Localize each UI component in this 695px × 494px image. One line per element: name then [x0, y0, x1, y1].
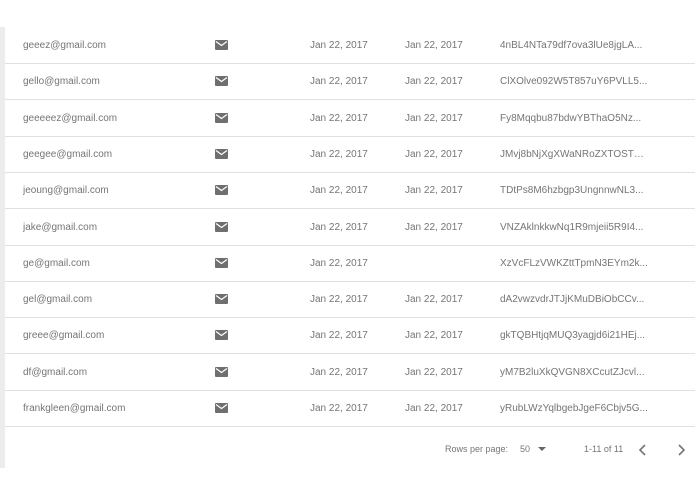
- updated-date-cell: Jan 22, 2017: [405, 403, 463, 414]
- email-cell: jake@gmail.com: [23, 221, 98, 233]
- token-cell: TDtPs8M6hzbgp3UngnnwNL3...: [500, 185, 644, 197]
- token-cell: ClXOlve092W5T857uY6PVLL5...: [500, 76, 648, 88]
- token-cell: Fy8Mqqbu87bdwYBThaO5Nz...: [500, 112, 642, 124]
- mail-icon[interactable]: [215, 40, 228, 50]
- table-row[interactable]: df@gmail.com Jan 22, 2017 Jan 22, 2017 yM7B…: [5, 355, 695, 391]
- mail-icon-cell[interactable]: [215, 318, 231, 354]
- table-row[interactable]: greee@gmail.com Jan 22, 2017 Jan 22, 2017 g…: [5, 318, 695, 355]
- created-date-cell: Jan 22, 2017: [310, 76, 368, 88]
- updated-date-cell: Jan 22, 2017: [405, 366, 463, 378]
- table-row[interactable]: geeez@gmail.com Jan 22, 2017 Jan 22, 2017 4…: [5, 28, 695, 64]
- table-row[interactable]: ge@gmail.com Jan 22, 2017 XzVcFLzVWKZttTpm…: [5, 246, 695, 282]
- created-date-cell: Jan 22, 2017: [310, 185, 368, 197]
- mail-icon-cell[interactable]: [215, 282, 231, 318]
- created-date-cell: Jan 22, 2017: [310, 330, 368, 342]
- mail-icon[interactable]: [215, 257, 228, 268]
- token-cell: JMvj8bNjXgXWaNRoZXTOSTG...: [500, 148, 650, 160]
- created-date-cell: Jan 22, 2017: [310, 148, 368, 160]
- mail-icon-cell[interactable]: [215, 28, 231, 64]
- created-date-cell: Jan 22, 2017: [310, 366, 368, 378]
- rows-per-page-label: Rows per page:: [445, 444, 509, 454]
- email-cell: frankgleen@gmail.com: [23, 403, 126, 414]
- created-date-cell: Jan 22, 2017: [310, 112, 368, 124]
- created-date-cell: Jan 22, 2017: [310, 40, 368, 51]
- table-row[interactable]: geegee@gmail.com Jan 22, 2017 Jan 22, 2017…: [5, 137, 695, 173]
- mail-icon-cell[interactable]: [215, 173, 231, 209]
- mail-icon[interactable]: [215, 221, 228, 232]
- chevron-right-icon[interactable]: [673, 442, 689, 458]
- mail-icon[interactable]: [215, 330, 228, 341]
- email-cell: gel@gmail.com: [23, 294, 93, 306]
- updated-date-cell: Jan 22, 2017: [405, 330, 463, 342]
- email-cell: geegee@gmail.com: [23, 148, 113, 160]
- table-footer: Rows per page: 50 1-11 of 11: [5, 431, 695, 468]
- email-cell: geeeeez@gmail.com: [23, 112, 118, 124]
- mail-icon[interactable]: [215, 366, 228, 377]
- updated-date-cell: Jan 22, 2017: [405, 185, 463, 197]
- dropdown-caret-icon[interactable]: [538, 447, 546, 451]
- token-cell: gkTQBHtjqMUQ3yagjd6i21HEj...: [500, 330, 646, 342]
- email-cell: jeoung@gmail.com: [23, 185, 109, 197]
- mail-icon-cell[interactable]: [215, 355, 231, 391]
- email-cell: greee@gmail.com: [23, 330, 105, 342]
- updated-date-cell: Jan 22, 2017: [405, 294, 463, 306]
- table-row[interactable]: gello@gmail.com Jan 22, 2017 Jan 22, 2017 C…: [5, 64, 695, 101]
- rows-per-page-select[interactable]: 50: [520, 431, 530, 468]
- mail-icon-cell[interactable]: [215, 101, 231, 137]
- table-row[interactable]: gel@gmail.com Jan 22, 2017 Jan 22, 2017 dA2…: [5, 282, 695, 319]
- mail-icon[interactable]: [215, 294, 228, 305]
- updated-date-cell: Jan 22, 2017: [405, 112, 463, 124]
- updated-date-cell: Jan 22, 2017: [405, 40, 463, 51]
- mail-icon-cell[interactable]: [215, 246, 231, 282]
- token-cell: yRubLWzYqlbgebJgeF6Cbjv5G...: [500, 403, 648, 414]
- updated-date-cell: Jan 22, 2017: [405, 76, 463, 88]
- updated-date-cell: [405, 246, 485, 282]
- token-cell: dA2vwzvdrJTJjKMuDBiObCCv...: [500, 294, 645, 306]
- mail-icon[interactable]: [215, 403, 228, 413]
- table-row[interactable]: jake@gmail.com Jan 22, 2017 Jan 22, 2017 VN…: [5, 210, 695, 246]
- token-cell: XzVcFLzVWKZttTpmN3EYm2k...: [500, 257, 648, 269]
- updated-date-cell: Jan 22, 2017: [405, 221, 463, 233]
- token-cell: yM7B2luXkQVGN8XCcutZJcvl...: [500, 366, 645, 378]
- token-cell: VNZAklnkkwNq1R9mjeii5R9I4...: [500, 221, 644, 233]
- created-date-cell: Jan 22, 2017: [310, 403, 368, 414]
- page-bottom: [0, 468, 695, 494]
- updated-date-cell: Jan 22, 2017: [405, 148, 463, 160]
- top-bar: [0, 0, 695, 28]
- mail-icon[interactable]: [215, 148, 228, 159]
- table-row[interactable]: jeoung@gmail.com Jan 22, 2017 Jan 22, 2017…: [5, 173, 695, 210]
- mail-icon-cell[interactable]: [215, 137, 231, 173]
- mail-icon[interactable]: [215, 76, 228, 87]
- mail-icon[interactable]: [215, 112, 228, 123]
- mail-icon-cell[interactable]: [215, 64, 231, 100]
- email-cell: ge@gmail.com: [23, 257, 90, 269]
- chevron-left-icon[interactable]: [635, 442, 651, 458]
- mail-icon-cell[interactable]: [215, 210, 231, 246]
- mail-icon-cell[interactable]: [215, 391, 231, 427]
- token-cell: 4nBL4NTa79df7ova3lUe8jgLA...: [500, 40, 643, 51]
- email-cell: gello@gmail.com: [23, 76, 100, 88]
- table-row[interactable]: frankgleen@gmail.com Jan 22, 2017 Jan 22, …: [5, 391, 695, 427]
- email-cell: df@gmail.com: [23, 366, 88, 378]
- created-date-cell: Jan 22, 2017: [310, 294, 368, 306]
- created-date-cell: Jan 22, 2017: [310, 221, 368, 233]
- pagination-range: 1-11 of 11: [584, 444, 624, 454]
- table-row[interactable]: geeeeez@gmail.com Jan 22, 2017 Jan 22, 201…: [5, 101, 695, 137]
- email-cell: geeez@gmail.com: [23, 40, 106, 51]
- mail-icon[interactable]: [215, 185, 228, 196]
- created-date-cell: Jan 22, 2017: [310, 257, 368, 269]
